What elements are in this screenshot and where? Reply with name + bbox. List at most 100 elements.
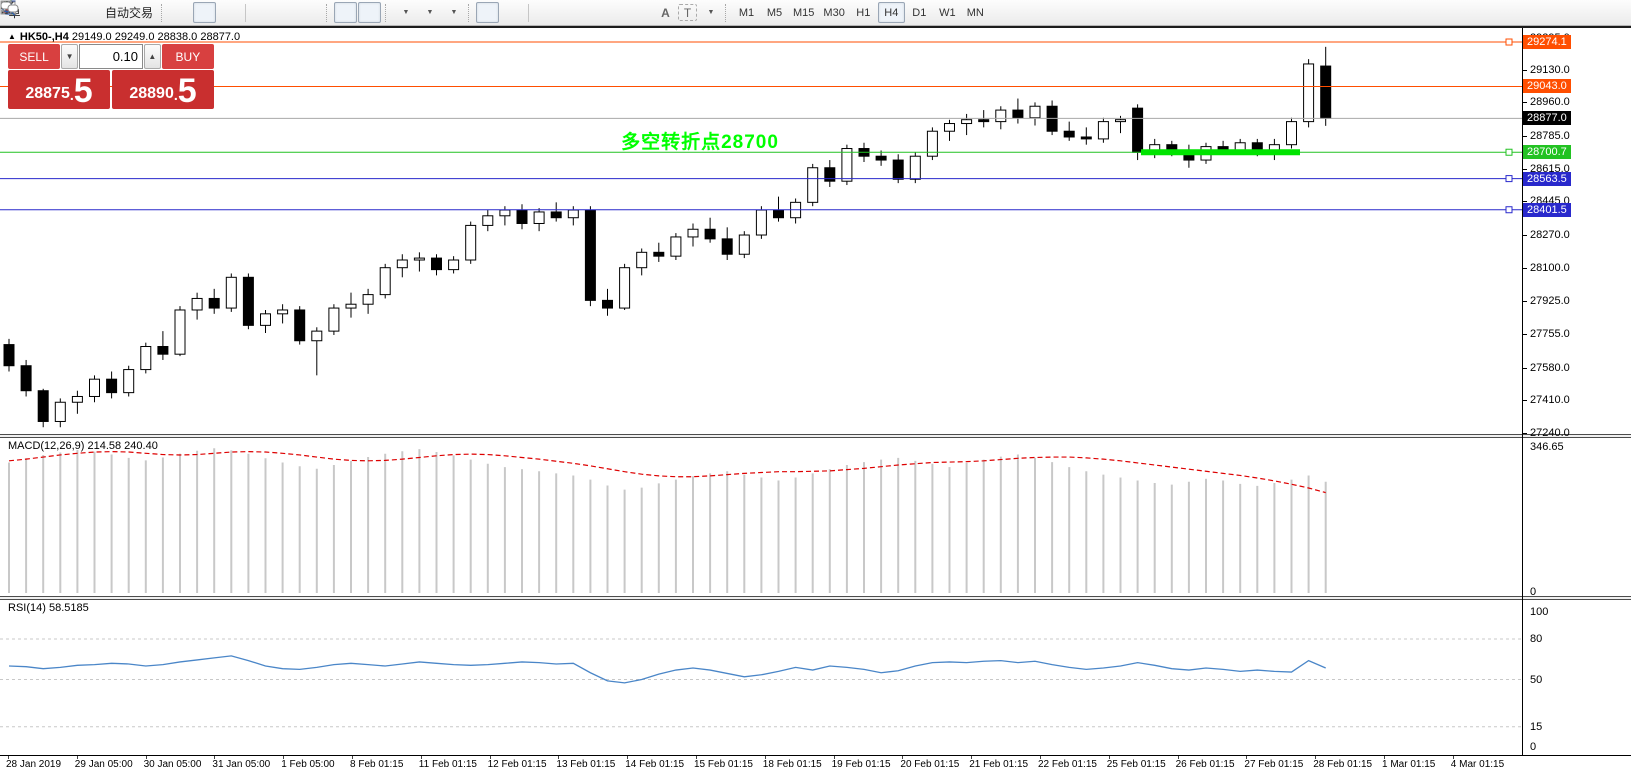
time-axis-label: 18 Feb 01:15 <box>763 759 822 770</box>
rsi-plot <box>0 600 1522 755</box>
rsi-axis-label: 0 <box>1530 741 1536 753</box>
macd-panel[interactable] <box>0 438 1522 596</box>
price-line-label: 29274.1 <box>1523 35 1571 49</box>
sell-button[interactable]: SELL <box>8 44 60 69</box>
price-tick-mark <box>1522 301 1527 302</box>
price-tick-mark <box>1522 235 1527 236</box>
price-tick-label: 27755.0 <box>1530 328 1570 340</box>
time-axis-label: 20 Feb 01:15 <box>900 759 959 770</box>
timeframe-button-w1[interactable]: W1 <box>934 2 961 23</box>
price-tick-mark <box>1522 334 1527 335</box>
time-axis-label: 27 Feb 01:15 <box>1244 759 1303 770</box>
time-axis-label: 19 Feb 01:15 <box>832 759 891 770</box>
time-axis-label: 1 Feb 05:00 <box>281 759 334 770</box>
trendline-button[interactable] <box>582 2 605 23</box>
arrows-button[interactable]: ▼ <box>698 2 721 23</box>
templates-button[interactable]: ▼ <box>441 2 464 23</box>
autotrading-button[interactable]: 自动交易 <box>99 2 157 23</box>
signals-button[interactable] <box>75 2 98 23</box>
time-axis-label: 8 Feb 01:15 <box>350 759 403 770</box>
buy-button[interactable]: BUY <box>162 44 214 69</box>
time-axis-label: 14 Feb 01:15 <box>625 759 684 770</box>
auto-scroll-button[interactable] <box>334 2 357 23</box>
price-line-label: 28700.7 <box>1523 145 1571 159</box>
zoom-out-button[interactable] <box>275 2 298 23</box>
rsi-indicator-label: RSI(14) 58.5185 <box>8 602 89 614</box>
zoom-in-button[interactable] <box>251 2 274 23</box>
time-axis-label: 30 Jan 05:00 <box>144 759 202 770</box>
time-axis-label: 1 Mar 01:15 <box>1382 759 1435 770</box>
price-line-label: 28401.5 <box>1523 203 1571 217</box>
dropdown-arrow-icon: ▼ <box>708 9 715 16</box>
profiles-button[interactable] <box>51 2 74 23</box>
time-axis-label: 15 Feb 01:15 <box>694 759 753 770</box>
rsi-axis-label: 80 <box>1530 633 1542 645</box>
timeframe-button-m5[interactable]: M5 <box>761 2 788 23</box>
chart-header: ▲HK50-,H4 29149.0 29249.0 28838.0 28877.… <box>8 31 240 43</box>
time-axis-label: 22 Feb 01:15 <box>1038 759 1097 770</box>
timeframe-button-mn[interactable]: MN <box>962 2 989 23</box>
price-tick-mark <box>1522 400 1527 401</box>
time-axis-label: 29 Jan 05:00 <box>75 759 133 770</box>
price-tick-mark <box>1522 70 1527 71</box>
vertical-line-button[interactable] <box>534 2 557 23</box>
chart-annotation-text[interactable]: 多空转折点28700 <box>621 127 779 154</box>
volume-decrease-button[interactable]: ▼ <box>61 44 78 69</box>
price-tick-label: 28960.0 <box>1530 96 1570 108</box>
macd-plot <box>0 438 1522 596</box>
timeframe-button-m30[interactable]: M30 <box>819 2 848 23</box>
toolbar-separator <box>528 4 529 22</box>
horizontal-line-button[interactable] <box>558 2 581 23</box>
channel-button[interactable]: E <box>606 2 629 23</box>
bar-chart-button[interactable] <box>169 2 192 23</box>
toolbar: 单 自动交易 ▼ ▼ ▼ E F A T ▼ <box>0 0 1631 26</box>
chart-shift-button[interactable] <box>358 2 381 23</box>
dropdown-arrow-icon: ▼ <box>451 9 458 16</box>
current-price-label: 28877.0 <box>1523 111 1571 125</box>
rsi-panel[interactable] <box>0 600 1522 755</box>
indicators-button[interactable]: ▼ <box>393 2 416 23</box>
buy-price-pips: 5 <box>178 75 197 107</box>
fibonacci-button[interactable]: F <box>630 2 653 23</box>
price-line-label: 29043.0 <box>1523 79 1571 93</box>
toolbar-grip <box>326 4 330 22</box>
mt4-terminal: 单 自动交易 ▼ ▼ ▼ E F A T ▼ <box>0 0 1631 773</box>
new-chart-button[interactable] <box>27 2 50 23</box>
rsi-axis-label: 100 <box>1530 606 1548 618</box>
price-tick-label: 27410.0 <box>1530 394 1570 406</box>
search-button[interactable] <box>1581 2 1604 23</box>
time-axis-label: 28 Feb 01:15 <box>1313 759 1372 770</box>
chat-button[interactable] <box>1605 2 1628 23</box>
main-chart-panel[interactable] <box>0 28 1522 434</box>
timeframe-button-m15[interactable]: M15 <box>789 2 818 23</box>
cursor-button[interactable] <box>476 2 499 23</box>
tile-windows-button[interactable] <box>299 2 322 23</box>
time-axis-label: 21 Feb 01:15 <box>969 759 1028 770</box>
toolbar-grip <box>161 4 165 22</box>
timeframe-button-d1[interactable]: D1 <box>906 2 933 23</box>
price-tick-mark <box>1522 268 1527 269</box>
candlestick-chart-button[interactable] <box>193 2 216 23</box>
macd-indicator-label: MACD(12,26,9) 214.58 240.40 <box>8 440 158 452</box>
price-tick-label: 28270.0 <box>1530 229 1570 241</box>
dropdown-arrow-icon: ▼ <box>427 9 434 16</box>
timeframe-button-h1[interactable]: H1 <box>850 2 877 23</box>
collapse-arrow-icon[interactable]: ▲ <box>8 32 16 41</box>
toolbar-grip <box>725 4 729 22</box>
periods-button[interactable]: ▼ <box>417 2 440 23</box>
text-tool-button[interactable]: A <box>654 2 677 23</box>
time-axis-label: 31 Jan 05:00 <box>212 759 270 770</box>
crosshair-button[interactable] <box>500 2 523 23</box>
price-tick-label: 27925.0 <box>1530 295 1570 307</box>
label-tool-button[interactable]: T <box>678 4 697 21</box>
timeframe-button-m1[interactable]: M1 <box>733 2 760 23</box>
volume-increase-button[interactable]: ▲ <box>144 44 161 69</box>
volume-input[interactable] <box>79 44 143 69</box>
buy-price-button[interactable]: 28890.5 <box>112 70 214 109</box>
price-axis-border <box>1522 28 1523 755</box>
time-axis-label: 25 Feb 01:15 <box>1107 759 1166 770</box>
sell-price-button[interactable]: 28875.5 <box>8 70 110 109</box>
toolbar-grip <box>385 4 389 22</box>
timeframe-button-h4[interactable]: H4 <box>878 2 905 23</box>
line-chart-button[interactable] <box>217 2 240 23</box>
